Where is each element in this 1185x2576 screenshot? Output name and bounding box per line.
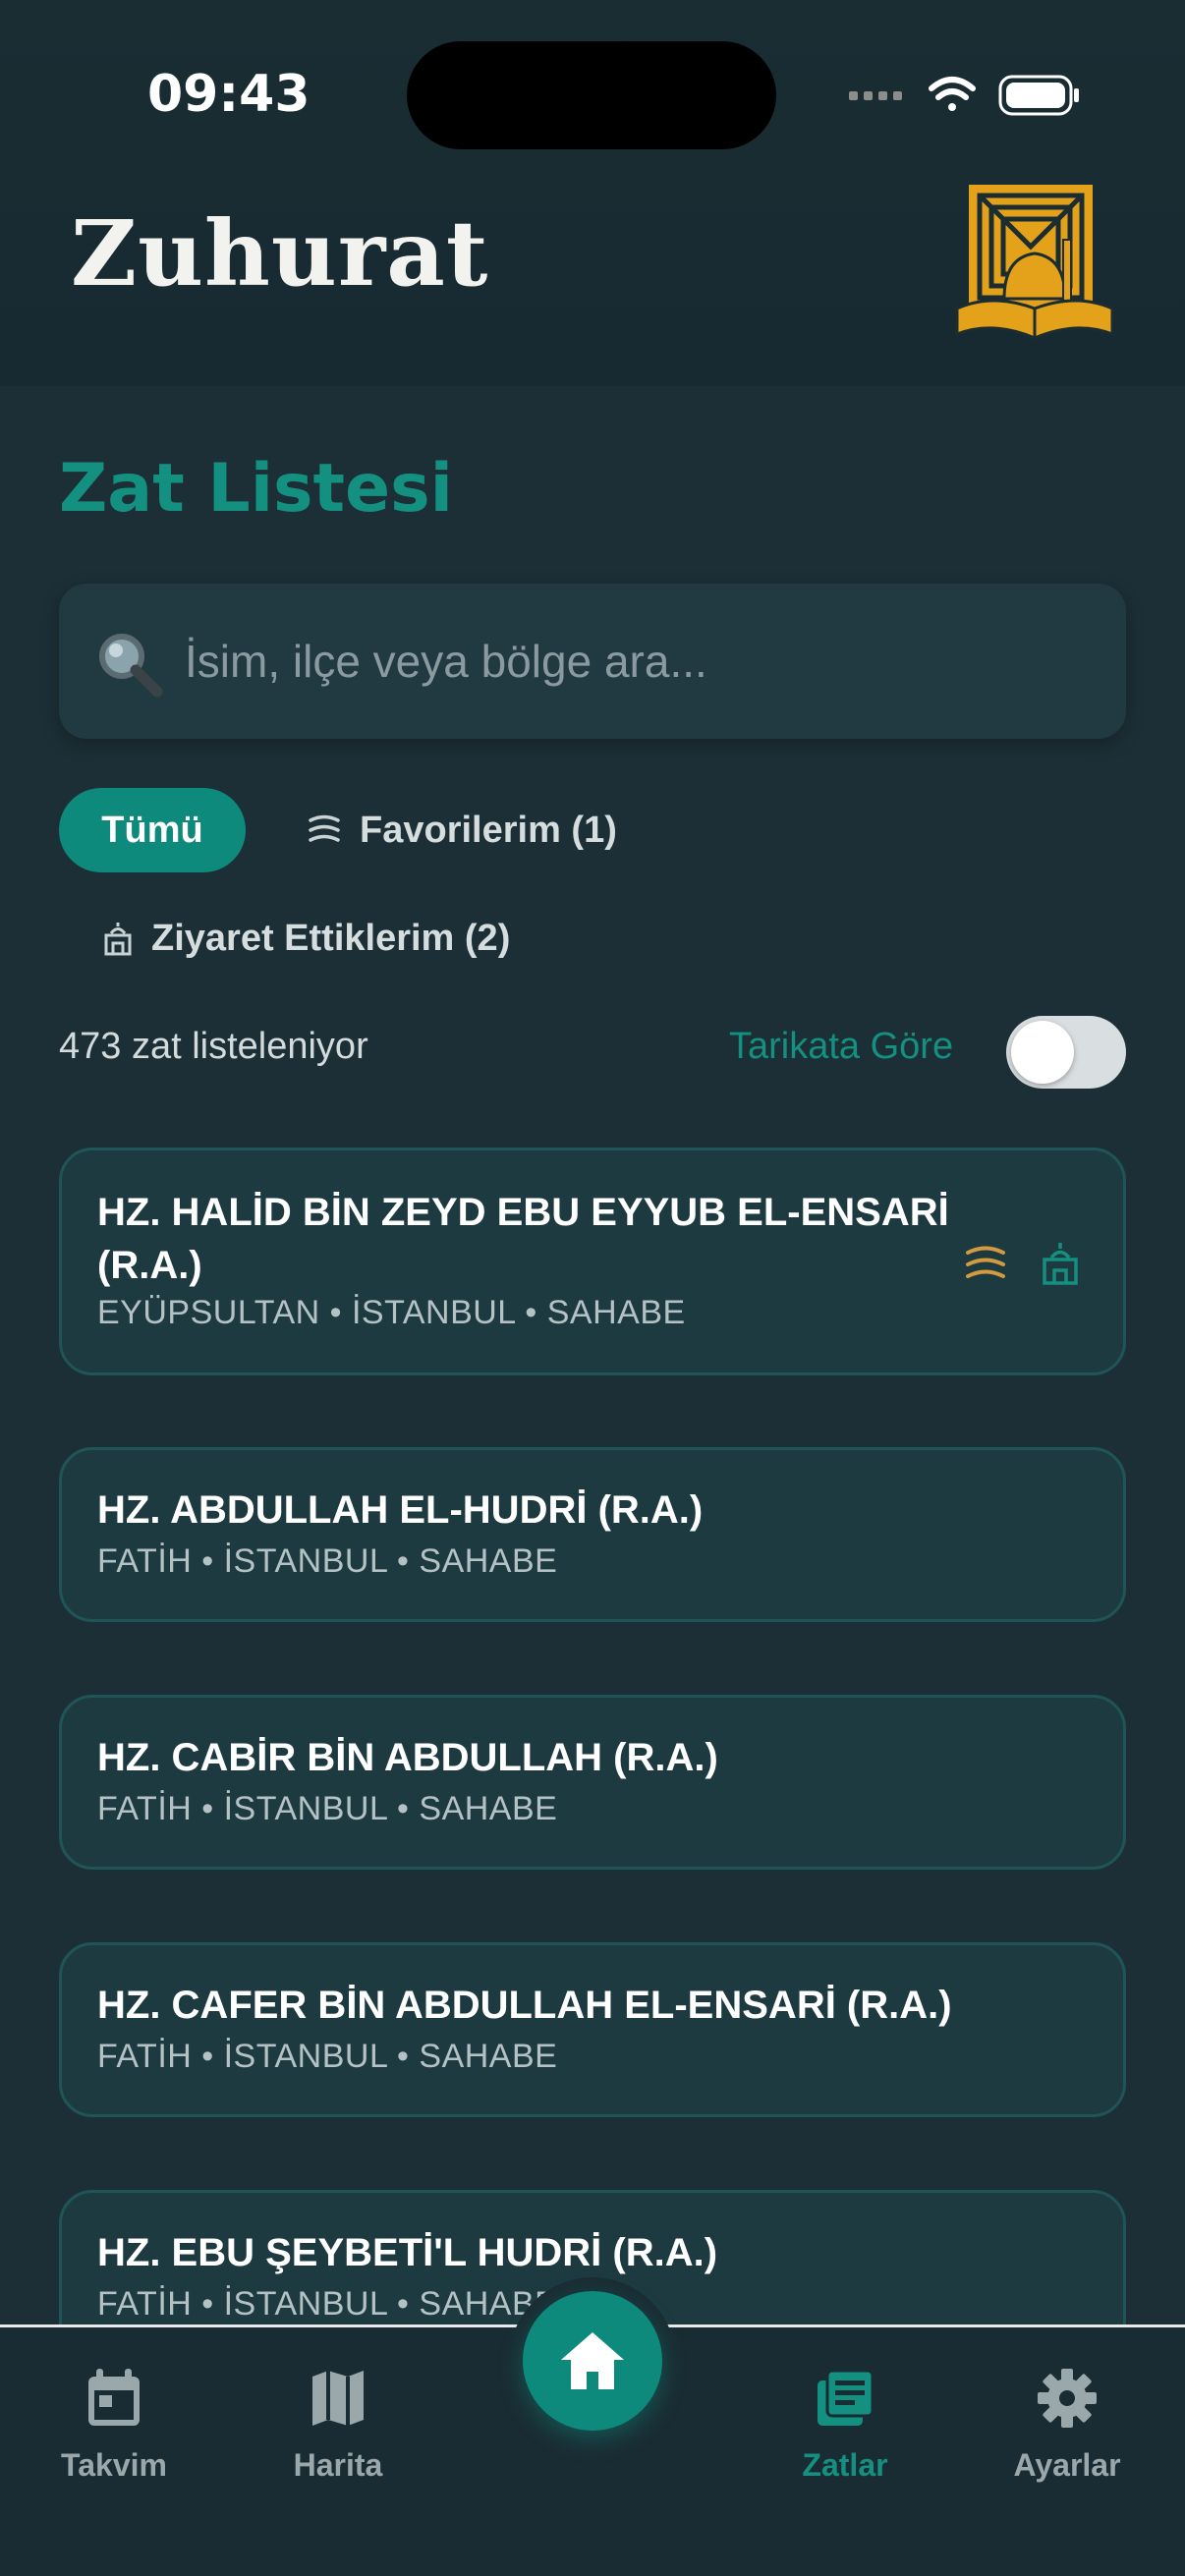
- list-item-name: HZ. ABDULLAH EL-HUDRİ (R.A.): [97, 1488, 704, 1532]
- nav-harita[interactable]: Harita: [250, 2367, 426, 2484]
- search-icon: [99, 634, 163, 698]
- search-input[interactable]: [185, 584, 1089, 739]
- nav-zatlar-label: Zatlar: [802, 2447, 888, 2483]
- result-count: 473 zat listeleniyor: [59, 1026, 368, 1067]
- home-icon: [561, 2332, 624, 2389]
- filter-visited-button[interactable]: Ziyaret Ettiklerim (2): [102, 896, 510, 980]
- nav-ayarlar-label: Ayarlar: [1013, 2447, 1121, 2483]
- list-item-subtitle: FATİH • İSTANBUL • SAHABE: [97, 1542, 558, 1580]
- list-item-subtitle: FATİH • İSTANBUL • SAHABE: [97, 2285, 558, 2323]
- app-header: 09:43 Zuhurat: [0, 0, 1185, 386]
- page-title: Zat Listesi: [59, 450, 453, 528]
- list-item[interactable]: HZ. HALİD BİN ZEYD EBU EYYUB EL-ENSARİ (…: [59, 1148, 1126, 1375]
- list-item-subtitle: EYÜPSULTAN • İSTANBUL • SAHABE: [97, 1294, 686, 1331]
- list-item-name: HZ. CAFER BİN ABDULLAH EL-ENSARİ (R.A.): [97, 1984, 952, 2027]
- filter-favorites-button[interactable]: Favorilerim (1): [307, 788, 617, 872]
- nav-ayarlar[interactable]: Ayarlar: [979, 2367, 1156, 2484]
- tasbih-icon: [309, 814, 340, 842]
- filter-visited-label: Ziyaret Ettiklerim (2): [151, 917, 511, 959]
- tarikat-toggle-label: Tarikata Göre: [729, 1026, 954, 1067]
- list-item-subtitle: FATİH • İSTANBUL • SAHABE: [97, 2038, 558, 2075]
- map-icon: [312, 2371, 364, 2426]
- nav-zatlar[interactable]: Zatlar: [757, 2367, 933, 2484]
- nav-takvim[interactable]: Takvim: [26, 2367, 202, 2484]
- tomb-icon: [104, 923, 132, 956]
- signal-icon: [849, 91, 902, 100]
- list-item[interactable]: HZ. CAFER BİN ABDULLAH EL-ENSARİ (R.A.) …: [59, 1942, 1126, 2117]
- nav-harita-label: Harita: [293, 2447, 383, 2483]
- list-item-name: HZ. EBU ŞEYBETİ'L HUDRİ (R.A.): [97, 2231, 718, 2274]
- list-item[interactable]: HZ. CABİR BİN ABDULLAH (R.A.) FATİH • İS…: [59, 1695, 1126, 1870]
- status-time: 09:43: [147, 65, 310, 124]
- zat-list[interactable]: HZ. HALİD BİN ZEYD EBU EYYUB EL-ENSARİ (…: [0, 1140, 1185, 2324]
- book-list-icon: [818, 2369, 875, 2426]
- visited-tomb-icon[interactable]: [1041, 1241, 1080, 1286]
- app-title: Zuhurat: [71, 200, 489, 307]
- filter-favorites-label: Favorilerim (1): [360, 809, 617, 851]
- home-button[interactable]: [523, 2291, 662, 2431]
- gear-icon: [1038, 2369, 1097, 2428]
- search-box[interactable]: [59, 584, 1126, 739]
- calendar-icon: [88, 2369, 140, 2426]
- list-item-name: HZ. CABİR BİN ABDULLAH (R.A.): [97, 1736, 718, 1779]
- tarikat-toggle[interactable]: [1006, 1016, 1126, 1089]
- wifi-icon: [929, 77, 976, 111]
- toggle-knob: [1011, 1021, 1074, 1084]
- favorite-tasbih-icon[interactable]: [964, 1245, 1007, 1284]
- status-icons: [849, 75, 1079, 116]
- list-item[interactable]: HZ. ABDULLAH EL-HUDRİ (R.A.) FATİH • İST…: [59, 1447, 1126, 1622]
- list-item-name: HZ. HALİD BİN ZEYD EBU EYYUB EL-ENSARİ (…: [97, 1191, 949, 1287]
- battery-icon: [998, 75, 1079, 116]
- dynamic-island: [407, 41, 776, 149]
- filter-all-button[interactable]: Tümü: [59, 788, 246, 872]
- mosque-book-logo: [955, 185, 1114, 340]
- nav-takvim-label: Takvim: [61, 2447, 167, 2483]
- list-item-subtitle: FATİH • İSTANBUL • SAHABE: [97, 1790, 558, 1827]
